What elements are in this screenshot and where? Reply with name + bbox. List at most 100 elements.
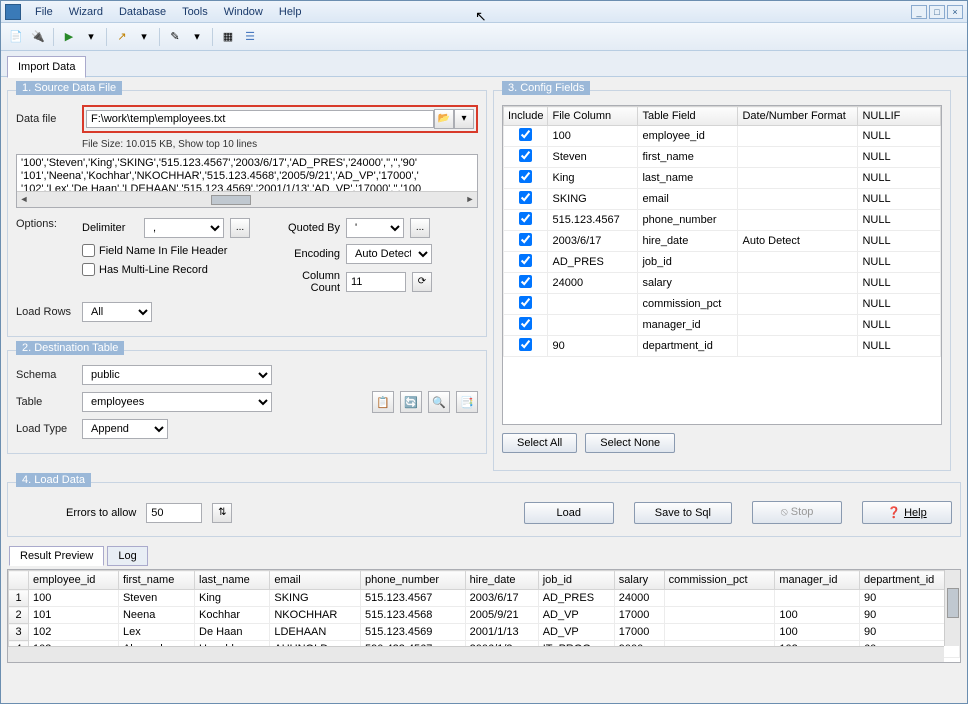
format-cell[interactable] xyxy=(738,273,858,294)
format-cell[interactable] xyxy=(738,252,858,273)
toolbar-run-icon[interactable]: ▶ xyxy=(60,28,78,46)
include-checkbox[interactable] xyxy=(519,212,532,225)
tablefield-cell[interactable]: phone_number xyxy=(638,210,738,231)
nullif-cell[interactable]: NULL xyxy=(858,231,941,252)
result-col-header[interactable]: email xyxy=(270,571,361,590)
tablefield-cell[interactable]: first_name xyxy=(638,147,738,168)
menu-window[interactable]: Window xyxy=(216,6,271,18)
config-row[interactable]: 90department_idNULL xyxy=(504,336,941,357)
result-cell[interactable]: De Haan xyxy=(195,624,270,641)
filecol-cell[interactable]: SKING xyxy=(548,189,638,210)
view-table-icon[interactable]: 🔍 xyxy=(428,391,450,413)
nullif-cell[interactable]: NULL xyxy=(858,210,941,231)
tablefield-cell[interactable]: manager_id xyxy=(638,315,738,336)
result-cell[interactable]: 24000 xyxy=(614,590,664,607)
create-table-icon[interactable]: 📋 xyxy=(372,391,394,413)
nullif-cell[interactable]: NULL xyxy=(858,315,941,336)
result-col-header[interactable]: last_name xyxy=(195,571,270,590)
menu-file[interactable]: File xyxy=(27,6,61,18)
format-cell[interactable] xyxy=(738,126,858,147)
format-cell[interactable] xyxy=(738,189,858,210)
result-cell[interactable]: 100 xyxy=(29,590,119,607)
result-col-header[interactable]: employee_id xyxy=(29,571,119,590)
colcount-input[interactable] xyxy=(346,272,406,292)
select-all-button[interactable]: Select All xyxy=(502,433,577,453)
errors-stepper-icon[interactable]: ⇅ xyxy=(212,503,232,523)
quoted-more-button[interactable]: ... xyxy=(410,218,430,238)
col-tablefield[interactable]: Table Field xyxy=(638,107,738,126)
include-checkbox[interactable] xyxy=(519,338,532,351)
include-checkbox[interactable] xyxy=(519,296,532,309)
save-sql-button[interactable]: Save to Sql xyxy=(634,502,732,524)
tablefield-cell[interactable]: last_name xyxy=(638,168,738,189)
field-header-checkbox[interactable] xyxy=(82,244,95,257)
delimiter-more-button[interactable]: ... xyxy=(230,218,250,238)
filecol-cell[interactable] xyxy=(548,294,638,315)
menu-help[interactable]: Help xyxy=(271,6,310,18)
result-cell[interactable]: Lex xyxy=(118,624,194,641)
browse-folder-icon[interactable]: 📂 xyxy=(434,109,454,129)
format-cell[interactable] xyxy=(738,147,858,168)
nullif-cell[interactable]: NULL xyxy=(858,126,941,147)
include-checkbox[interactable] xyxy=(519,149,532,162)
tab-result-preview[interactable]: Result Preview xyxy=(9,546,104,566)
nullif-cell[interactable]: NULL xyxy=(858,273,941,294)
config-row[interactable]: commission_pctNULL xyxy=(504,294,941,315)
result-col-header[interactable]: hire_date xyxy=(465,571,538,590)
result-cell[interactable]: AD_VP xyxy=(538,607,614,624)
include-checkbox[interactable] xyxy=(519,254,532,267)
result-cell[interactable]: AD_PRES xyxy=(538,590,614,607)
result-col-header[interactable]: commission_pct xyxy=(664,571,775,590)
datafile-input[interactable] xyxy=(86,110,434,128)
vscroll-thumb[interactable] xyxy=(947,588,959,618)
encoding-select[interactable]: Auto Detect xyxy=(346,244,432,264)
toolbar-connect-icon[interactable]: 🔌 xyxy=(29,28,47,46)
result-cell[interactable] xyxy=(775,590,860,607)
format-cell[interactable] xyxy=(738,294,858,315)
result-row[interactable]: 2101NeenaKochharNKOCHHAR515.123.45682005… xyxy=(9,607,960,624)
nullif-cell[interactable]: NULL xyxy=(858,147,941,168)
result-col-header[interactable]: job_id xyxy=(538,571,614,590)
help-button[interactable]: ❓ Help xyxy=(862,501,952,524)
loadtype-select[interactable]: Append xyxy=(82,419,168,439)
nullif-cell[interactable]: NULL xyxy=(858,168,941,189)
format-cell[interactable] xyxy=(738,336,858,357)
result-cell[interactable]: 2003/6/17 xyxy=(465,590,538,607)
col-include[interactable]: Include xyxy=(504,107,548,126)
include-checkbox[interactable] xyxy=(519,317,532,330)
filecol-cell[interactable] xyxy=(548,315,638,336)
menu-tools[interactable]: Tools xyxy=(174,6,216,18)
multiline-checkbox[interactable] xyxy=(82,263,95,276)
tablefield-cell[interactable]: job_id xyxy=(638,252,738,273)
include-checkbox[interactable] xyxy=(519,233,532,246)
datafile-dropdown-icon[interactable]: ▾ xyxy=(454,109,474,129)
result-cell[interactable]: 17000 xyxy=(614,624,664,641)
result-cell[interactable]: 2005/9/21 xyxy=(465,607,538,624)
close-button[interactable]: × xyxy=(947,5,963,19)
toolbar-drop3-icon[interactable]: ▾ xyxy=(188,28,206,46)
result-cell[interactable]: 101 xyxy=(29,607,119,624)
col-nullif[interactable]: NULLIF xyxy=(858,107,941,126)
filecol-cell[interactable]: 100 xyxy=(548,126,638,147)
filecol-cell[interactable]: 515.123.4567 xyxy=(548,210,638,231)
result-cell[interactable]: SKING xyxy=(270,590,361,607)
result-cell[interactable]: 17000 xyxy=(614,607,664,624)
menu-wizard[interactable]: Wizard xyxy=(61,6,111,18)
result-cell[interactable]: 515.123.4568 xyxy=(361,607,466,624)
result-cell[interactable]: 2001/1/13 xyxy=(465,624,538,641)
format-cell[interactable] xyxy=(738,168,858,189)
tab-import-data[interactable]: Import Data xyxy=(7,56,86,78)
config-row[interactable]: Kinglast_nameNULL xyxy=(504,168,941,189)
result-cell[interactable]: Neena xyxy=(118,607,194,624)
quoted-select[interactable]: ' xyxy=(346,218,404,238)
filecol-cell[interactable]: 2003/6/17 xyxy=(548,231,638,252)
stop-button[interactable]: ⦸ Stop xyxy=(752,501,842,524)
table-select[interactable]: employees xyxy=(82,392,272,412)
nullif-cell[interactable]: NULL xyxy=(858,294,941,315)
config-row[interactable]: AD_PRESjob_idNULL xyxy=(504,252,941,273)
toolbar-drop-icon[interactable]: ▾ xyxy=(82,28,100,46)
toolbar-list-icon[interactable]: ☰ xyxy=(241,28,259,46)
result-cell[interactable]: AD_VP xyxy=(538,624,614,641)
filecol-cell[interactable]: AD_PRES xyxy=(548,252,638,273)
toolbar-drop2-icon[interactable]: ▾ xyxy=(135,28,153,46)
